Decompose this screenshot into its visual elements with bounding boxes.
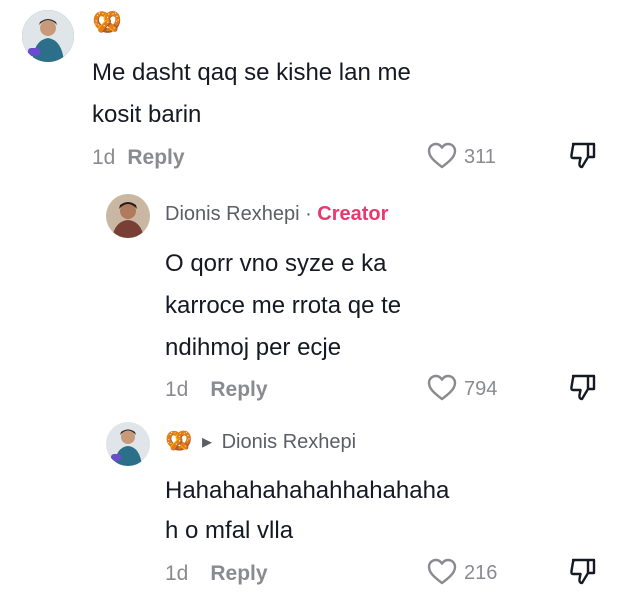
reply-button[interactable]: Reply	[210, 562, 267, 585]
comment-meta: 1d Reply	[165, 562, 268, 586]
comment-text-line: h o mfal vlla	[165, 517, 294, 544]
separator: ·	[299, 203, 318, 225]
like-count: 216	[464, 562, 498, 584]
reply-button[interactable]: Reply	[210, 378, 267, 401]
comment-text-line: O qorr vno syze e ka	[165, 250, 387, 277]
heart-icon	[427, 558, 457, 585]
comment-meta: 1d Reply	[165, 378, 268, 402]
comment-text-line: Hahahahahahahhahahaha	[165, 477, 450, 504]
like-count: 311	[464, 146, 496, 168]
dislike-button[interactable]	[568, 554, 598, 586]
reply-button[interactable]: Reply	[127, 146, 184, 169]
avatar[interactable]	[106, 422, 150, 466]
like-button[interactable]	[426, 556, 458, 588]
comment-username[interactable]: Dionis Rexhepi	[165, 203, 300, 225]
comment-username[interactable]: 🥨	[165, 428, 192, 453]
comment-meta: 1d Reply	[92, 146, 185, 170]
creator-badge: Creator	[317, 203, 389, 225]
like-count: 794	[464, 378, 498, 400]
heart-icon	[427, 142, 457, 169]
avatar[interactable]	[106, 194, 150, 238]
dislike-icon	[570, 142, 596, 169]
comment-text-line: kosit barin	[92, 101, 202, 128]
comment-text-line: ndihmoj per ecje	[165, 334, 342, 361]
comment-time: 1d	[165, 378, 189, 401]
comment-text-line: Me dasht qaq se kishe lan me	[92, 59, 411, 86]
comment-text-line: karroce me rrota qe te	[165, 292, 402, 319]
heart-icon	[427, 374, 457, 401]
comment-time: 1d	[92, 146, 116, 169]
dislike-button[interactable]	[568, 138, 598, 170]
comment-username[interactable]: 🥨	[92, 8, 122, 37]
dislike-button[interactable]	[568, 370, 598, 402]
avatar-image	[106, 194, 150, 238]
like-button[interactable]	[426, 140, 458, 172]
reply-to-username[interactable]: Dionis Rexhepi	[222, 431, 357, 453]
reply-arrow-icon: ▸	[201, 431, 213, 453]
comment-username-line: 🥨 ▸ Dionis Rexhepi	[165, 428, 356, 454]
comment-username-line: Dionis Rexhepi · Creator	[165, 203, 388, 226]
avatar-image	[106, 422, 150, 466]
avatar[interactable]	[22, 10, 74, 62]
dislike-icon	[570, 374, 596, 401]
dislike-icon	[570, 558, 596, 585]
comment-time: 1d	[165, 562, 189, 585]
like-button[interactable]	[426, 372, 458, 404]
avatar-image	[22, 10, 74, 62]
